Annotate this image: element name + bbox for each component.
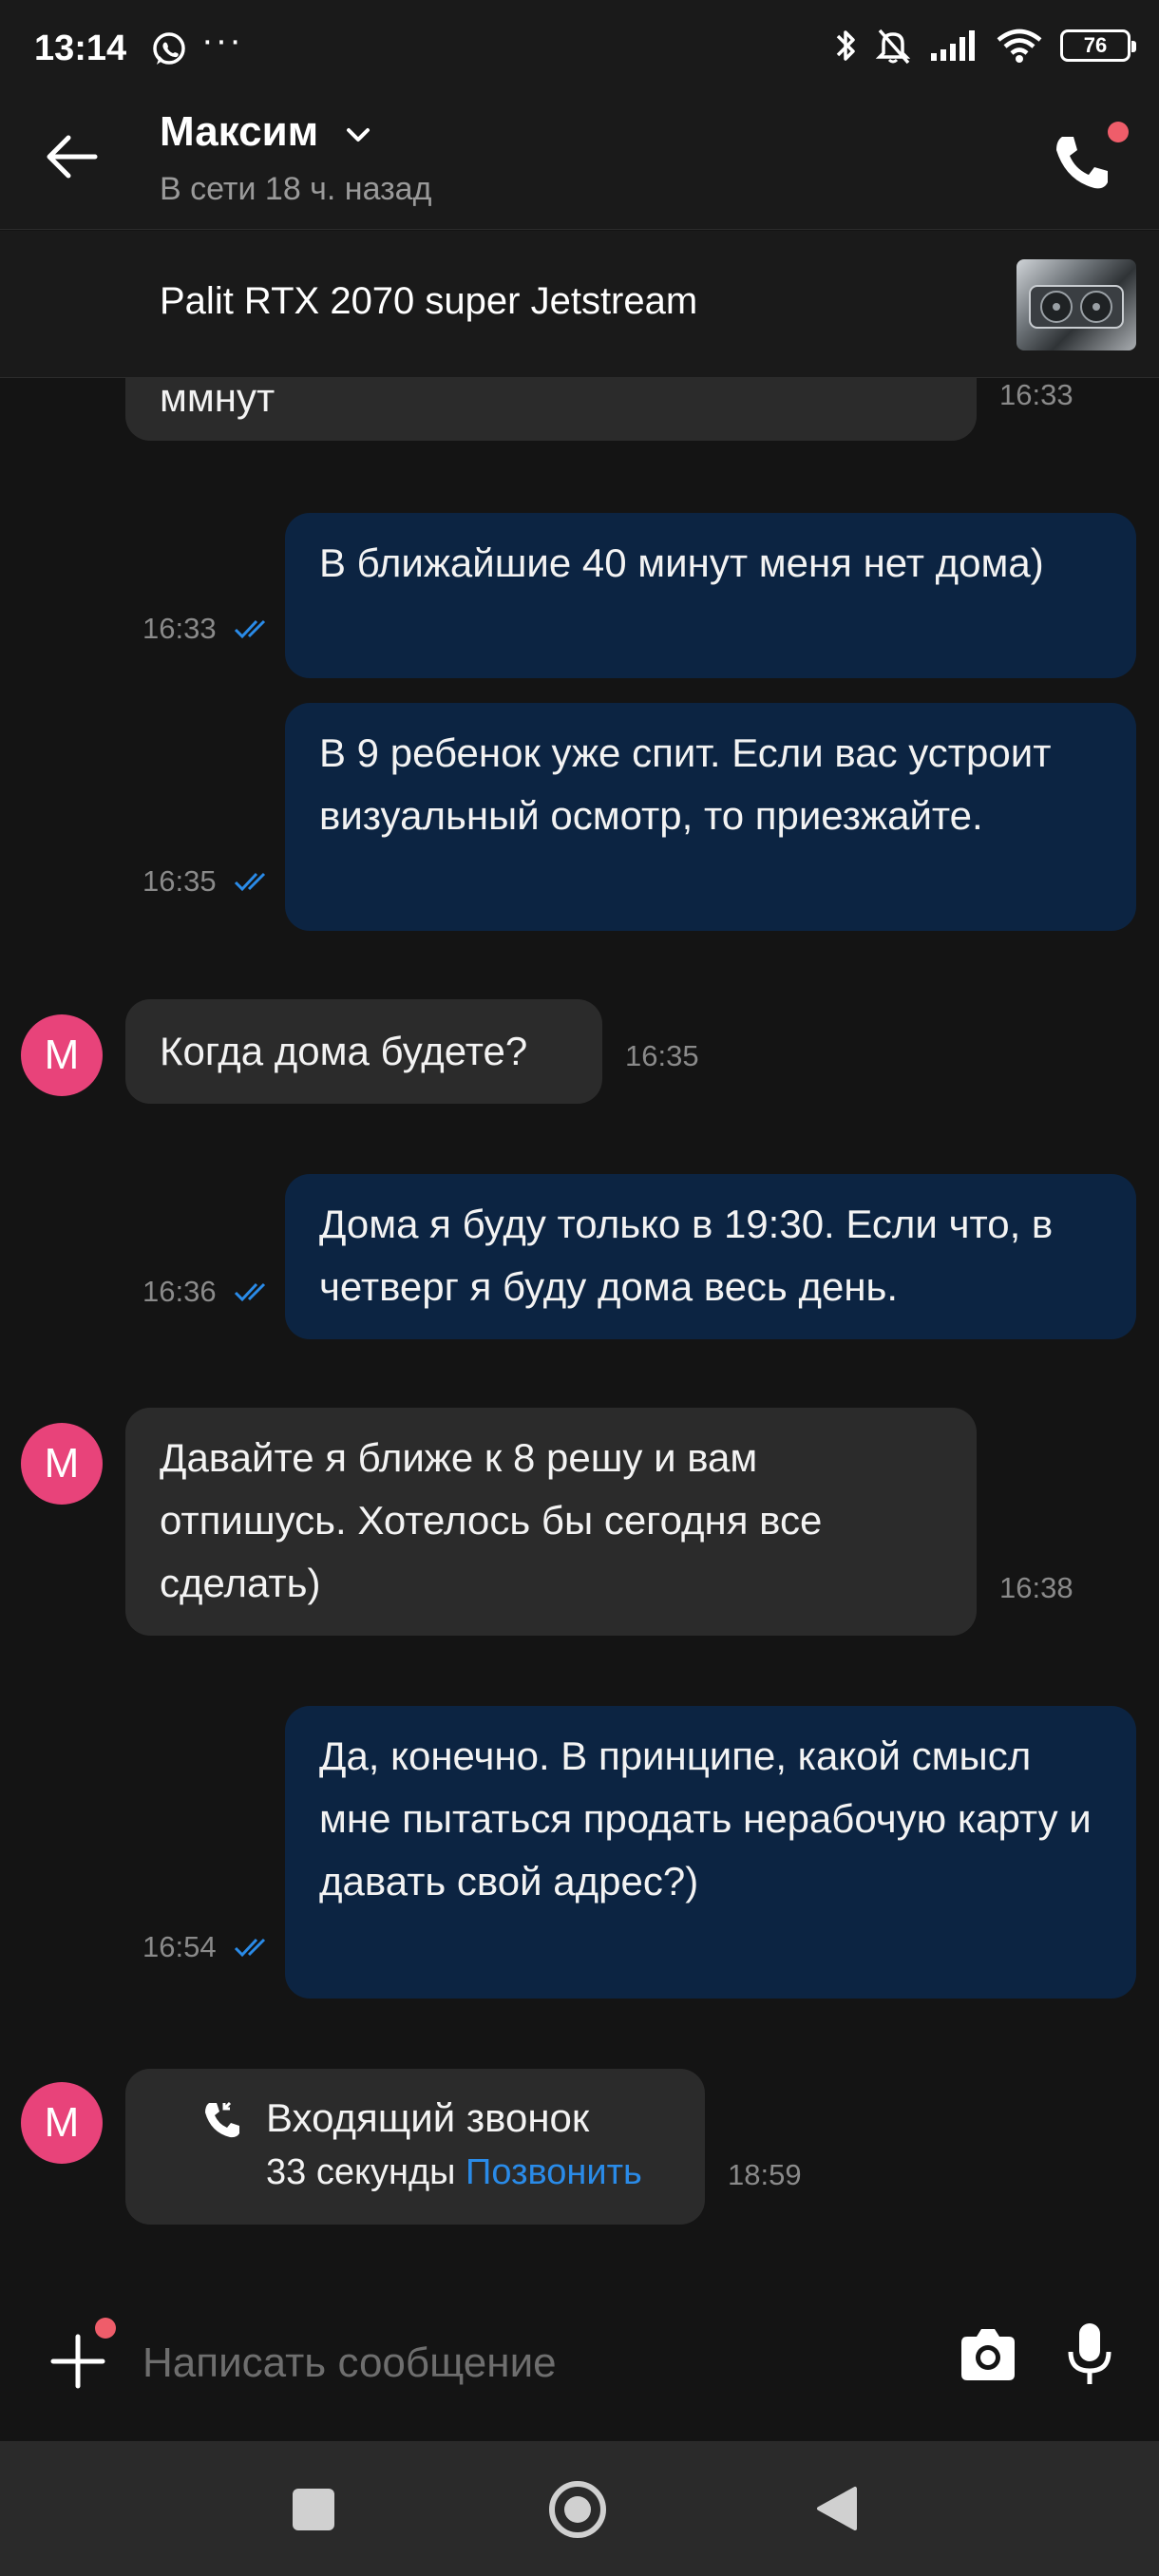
message-time: 16:38 — [999, 1571, 1074, 1604]
back-arrow-icon[interactable] — [44, 133, 101, 180]
plus-icon[interactable] — [49, 2333, 106, 2390]
status-icons: 76 — [834, 27, 1136, 65]
incoming-call-icon — [205, 2101, 239, 2138]
outgoing-message[interactable]: В ближайшие 40 минут меня нет дома) — [285, 513, 1136, 678]
message-text: ммнут — [160, 378, 276, 420]
whatsapp-icon — [153, 32, 185, 65]
home-button[interactable] — [549, 2481, 606, 2538]
call-back-link[interactable]: Позвонить — [466, 2152, 642, 2192]
incoming-call-message[interactable]: Входящий звонок 33 секунды Позвонить — [125, 2069, 705, 2225]
nav-back-icon[interactable] — [815, 2485, 859, 2532]
battery-level: 76 — [1083, 33, 1108, 57]
phone-call-icon[interactable] — [1049, 129, 1115, 196]
bell-muted-icon — [875, 28, 911, 65]
status-more-dots: ··· — [201, 21, 243, 61]
status-time: 13:14 — [34, 28, 127, 68]
call-title: Входящий звонок — [266, 2095, 590, 2140]
chevron-down-icon[interactable] — [344, 123, 372, 146]
signal-icon — [931, 30, 975, 61]
message-time: 16:36 — [142, 1275, 217, 1308]
outgoing-message[interactable]: Дома я буду только в 19:30. Если что, в … — [285, 1174, 1136, 1339]
contact-avatar[interactable]: M — [21, 1423, 103, 1505]
graphics-card-image — [1029, 285, 1124, 329]
contact-avatar[interactable]: M — [21, 2082, 103, 2164]
status-bar: 13:14 ··· 76 — [0, 0, 1159, 84]
read-receipt-icon — [234, 1938, 266, 1958]
notification-dot — [95, 2318, 116, 2339]
listing-thumbnail[interactable] — [1016, 259, 1136, 350]
contact-online-status: В сети 18 ч. назад — [160, 171, 432, 207]
message-time: 18:59 — [728, 2158, 802, 2191]
message-time: 16:54 — [142, 1930, 217, 1963]
wifi-icon — [997, 28, 1042, 63]
read-receipt-icon — [234, 1282, 266, 1302]
listing-bar[interactable]: Palit RTX 2070 super Jetstream — [0, 231, 1159, 378]
avatar-initial: M — [44, 1440, 80, 1487]
microphone-icon[interactable] — [1066, 2321, 1113, 2388]
outgoing-message[interactable]: В 9 ребенок уже спит. Если вас устроит в… — [285, 703, 1136, 931]
outgoing-message[interactable]: Да, конечно. В принципе, какой смысл мне… — [285, 1706, 1136, 1998]
message-text: Дома я буду только в 19:30. Если что, в … — [319, 1202, 1054, 1309]
message-time: 16:35 — [142, 864, 217, 898]
read-receipt-icon — [234, 872, 266, 892]
read-receipt-icon — [234, 619, 266, 639]
call-duration: 33 секунды — [266, 2152, 456, 2192]
chat-header: Максим В сети 18 ч. назад — [0, 84, 1159, 230]
compose-bar — [0, 2278, 1159, 2441]
avatar-initial: M — [44, 2099, 80, 2146]
avatar-initial: M — [44, 1032, 80, 1078]
message-text: В 9 ребенок уже спит. Если вас устроит в… — [319, 730, 1052, 838]
message-text: Давайте я ближе к 8 решу и вам отпишусь.… — [160, 1435, 823, 1605]
call-details: 33 секунды Позвонить — [266, 2152, 642, 2193]
incoming-message[interactable]: Давайте я ближе к 8 решу и вам отпишусь.… — [125, 1408, 977, 1636]
contact-name[interactable]: Максим — [160, 108, 318, 156]
incoming-message[interactable]: Когда дома будете? — [125, 999, 602, 1104]
bluetooth-icon — [836, 30, 855, 61]
message-time: 16:33 — [142, 612, 217, 645]
message-text: Да, конечно. В принципе, какой смысл мне… — [319, 1733, 1092, 1904]
camera-icon[interactable] — [958, 2325, 1018, 2386]
listing-title[interactable]: Palit RTX 2070 super Jetstream — [160, 280, 697, 323]
incoming-message[interactable]: ммнут — [125, 378, 977, 441]
battery-indicator: 76 — [1060, 29, 1136, 62]
contact-avatar[interactable]: M — [21, 1014, 103, 1096]
message-text: Когда дома будете? — [160, 1029, 528, 1073]
message-text: В ближайшие 40 минут меня нет дома) — [319, 540, 1044, 585]
message-list[interactable]: ммнут 16:33 В ближайшие 40 минут меня не… — [0, 378, 1159, 2278]
message-time: 16:33 — [999, 378, 1074, 411]
notification-dot — [1108, 122, 1129, 142]
message-time: 16:35 — [625, 1039, 699, 1072]
system-navigation-bar — [0, 2441, 1159, 2576]
recent-apps-button[interactable] — [293, 2489, 334, 2530]
message-input[interactable] — [142, 2325, 902, 2401]
